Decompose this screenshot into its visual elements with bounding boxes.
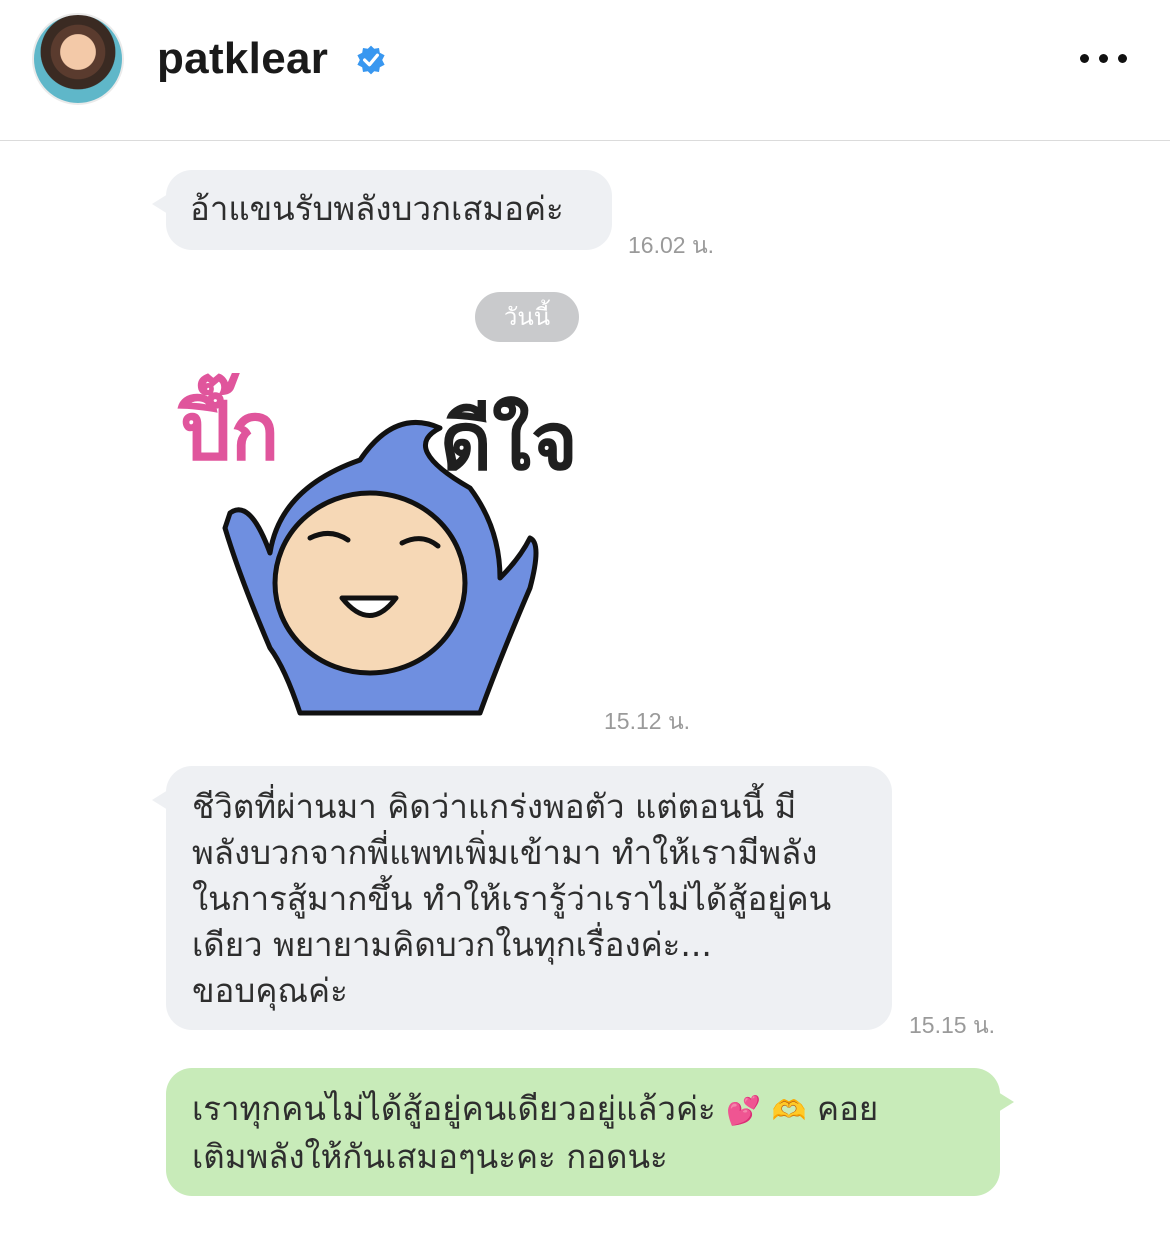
message-line: พลังบวกจากพี่แพทเพิ่มเข้ามา ทำให้เรามีพล… — [192, 833, 818, 872]
message-bubble-incoming: อ้าแขนรับพลังบวกเสมอค่ะ — [152, 170, 612, 250]
date-separator: วันนี้ — [475, 292, 579, 342]
message-text: อ้าแขนรับพลังบวกเสมอค่ะ — [190, 189, 564, 228]
message-text: เติมพลังให้กันเสมอๆนะคะ กอดนะ — [192, 1137, 668, 1176]
message-bubble-outgoing: เราทุกคนไม่ได้สู้อยู่คนเดียวอยู่แล้วค่ะ … — [166, 1068, 1014, 1196]
message-text: คอย — [817, 1089, 879, 1128]
message-line: ชีวิตที่ผ่านมา คิดว่าแกร่งพอตัว แต่ตอนนี… — [192, 787, 797, 826]
heart-hands-icon: 🫶 — [771, 1094, 807, 1127]
avatar[interactable] — [32, 13, 124, 105]
message-line: เดียว พยายามคิดบวกในทุกเรื่องค่ะ... — [192, 925, 712, 964]
verified-badge-icon — [357, 45, 385, 75]
post-header: patklear — [0, 0, 1170, 141]
message-line: ขอบคุณค่ะ — [192, 971, 348, 1010]
message-time: 15.15 น. — [909, 1012, 996, 1038]
message-time: 16.02 น. — [628, 232, 715, 258]
message-line: ในการสู้มากขึ้น ทำให้เรารู้ว่าเราไม่ได้ส… — [192, 879, 832, 918]
message-time: 15.12 น. — [604, 708, 691, 734]
two-hearts-icon: 💕 — [726, 1094, 762, 1127]
username[interactable]: patklear — [157, 34, 328, 84]
sticker-character-icon — [222, 419, 539, 716]
message-bubble-incoming: ชีวิตที่ผ่านมา คิดว่าแกร่งพอตัว แต่ตอนนี… — [152, 766, 892, 1030]
message-text: เราทุกคนไม่ได้สู้อยู่คนเดียวอยู่แล้วค่ะ — [192, 1089, 716, 1128]
more-options-icon[interactable] — [1078, 45, 1130, 73]
sticker[interactable]: ปึ๊ก ดีใจ — [170, 368, 590, 720]
